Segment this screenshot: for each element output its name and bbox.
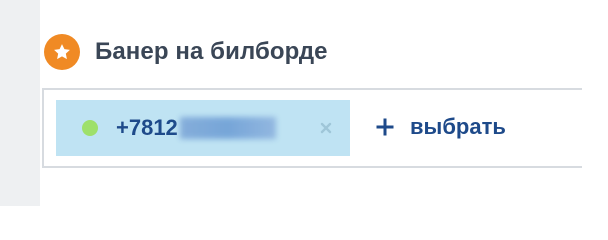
phone-prefix: +7812 — [116, 115, 178, 140]
star-icon — [44, 34, 80, 70]
status-dot — [82, 120, 98, 136]
plus-icon — [376, 118, 394, 136]
phone-number: +7812 — [116, 115, 276, 141]
close-icon[interactable] — [318, 120, 334, 136]
contact-select-field: +7812 выбрать — [42, 88, 582, 168]
selected-phone-chip[interactable]: +7812 — [56, 100, 350, 156]
section-header: Банер на билборде — [44, 34, 328, 70]
blurred-phone-digits — [179, 117, 276, 139]
choose-button[interactable]: выбрать — [376, 114, 506, 140]
choose-label: выбрать — [410, 114, 506, 139]
left-rail — [0, 0, 40, 206]
section-title: Банер на билборде — [95, 38, 328, 65]
